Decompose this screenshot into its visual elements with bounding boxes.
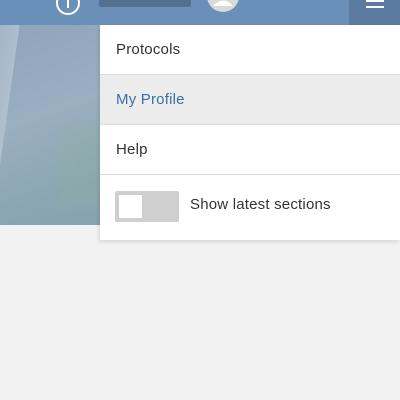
menu-item-help[interactable]: Help (100, 125, 400, 175)
search-input[interactable] (99, 0, 191, 7)
show-latest-sections-row: Show latest sections (100, 175, 400, 240)
avatar-icon[interactable] (207, 0, 239, 12)
main-menu-dropdown: Protocols My Profile Help Show latest se… (100, 25, 400, 240)
hamburger-menu-icon (366, 0, 384, 8)
show-latest-sections-toggle[interactable] (115, 191, 179, 222)
top-header-bar (0, 0, 400, 25)
hamburger-menu-button[interactable] (349, 0, 400, 25)
menu-item-label: Help (116, 141, 148, 158)
info-icon[interactable] (55, 0, 81, 16)
menu-item-my-profile[interactable]: My Profile (100, 75, 400, 125)
menu-item-label: Protocols (116, 41, 181, 58)
toggle-label: Show latest sections (190, 196, 331, 213)
toggle-knob[interactable] (119, 195, 142, 218)
menu-item-protocols[interactable]: Protocols (100, 25, 400, 75)
menu-item-label: My Profile (116, 91, 185, 108)
app-page: Protocols My Profile Help Show latest se… (0, 0, 400, 400)
hero-image-detail (0, 25, 21, 225)
